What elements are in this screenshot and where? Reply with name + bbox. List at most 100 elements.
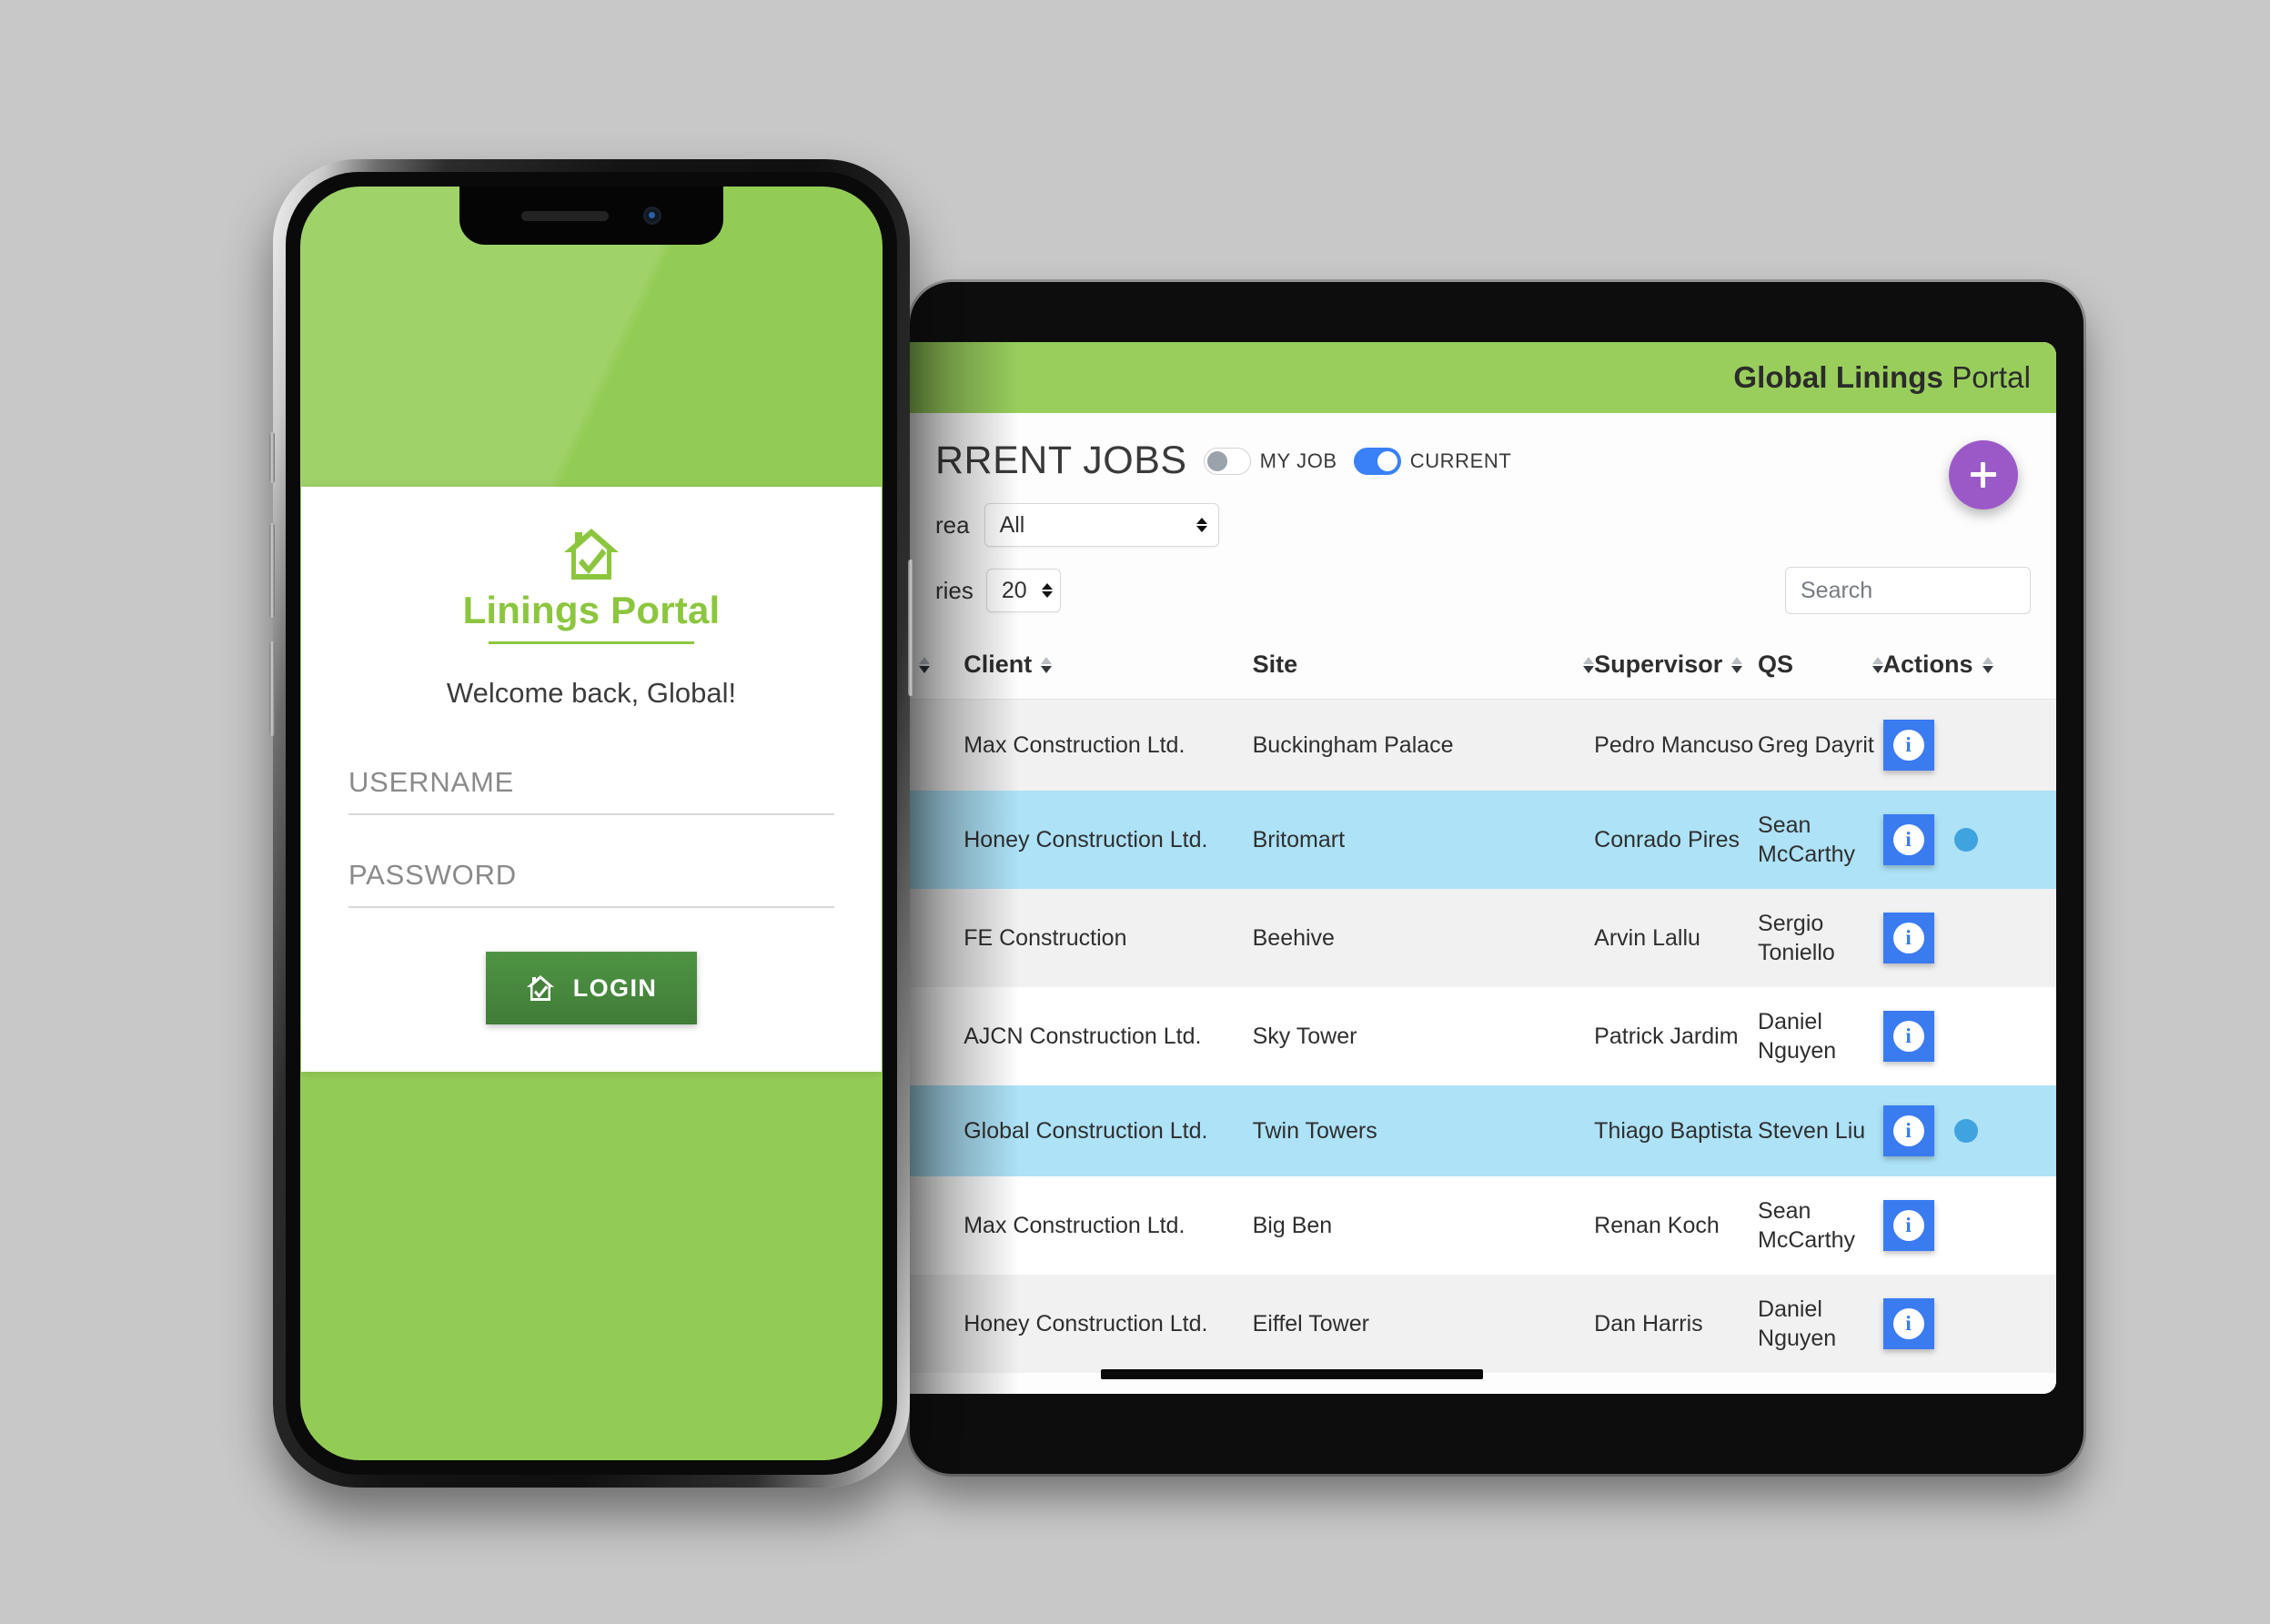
add-job-button[interactable] bbox=[1949, 440, 2018, 509]
info-button[interactable]: i bbox=[1882, 1105, 1934, 1156]
plus-icon bbox=[1971, 462, 1996, 488]
sort-icon[interactable] bbox=[1583, 656, 1595, 673]
row-spacer-cell bbox=[910, 1275, 964, 1373]
toggle-current[interactable]: CURRENT bbox=[1353, 447, 1512, 475]
phone-volume-down-button[interactable] bbox=[269, 641, 275, 736]
table-row[interactable]: Honey Construction Ltd. Eiffel Tower Dan H… bbox=[910, 1275, 2056, 1373]
tablet-screen: Global Linings Portal RRENT JOBS MY JOB … bbox=[910, 342, 2056, 1394]
login-card: Linings Portal Welcome back, Global! USE… bbox=[301, 487, 882, 1072]
username-underline bbox=[348, 813, 834, 815]
info-button[interactable]: i bbox=[1882, 1200, 1934, 1251]
cell-supervisor: Arvin Lallu bbox=[1594, 889, 1759, 987]
entries-select-value: 20 bbox=[1001, 577, 1027, 603]
password-label: PASSWORD bbox=[348, 859, 517, 891]
cell-actions: i bbox=[1882, 1275, 2056, 1373]
welcome-message: Welcome back, Global! bbox=[446, 677, 737, 709]
cell-supervisor: Dan Harris bbox=[1594, 1275, 1759, 1373]
cell-actions: i bbox=[1882, 791, 2056, 889]
row-spacer-cell bbox=[910, 1085, 964, 1176]
table-row[interactable]: AJCN Construction Ltd. Sky Tower Patrick J… bbox=[910, 987, 2056, 1085]
cell-site: Buckingham Palace bbox=[1252, 699, 1595, 791]
col-header-actions[interactable]: Actions bbox=[1882, 638, 2056, 700]
table-row[interactable]: Honey Construction Ltd. Britomart Conrado … bbox=[910, 791, 2056, 889]
col-header-client-label: Client bbox=[963, 651, 1033, 678]
area-select[interactable]: All bbox=[984, 503, 1219, 547]
jobs-table-body: Max Construction Ltd. Buckingham Palace Pe… bbox=[910, 699, 2056, 1373]
toggle-my-job[interactable]: MY JOB bbox=[1203, 447, 1337, 475]
my-job-switch-knob bbox=[1206, 450, 1227, 471]
app-title: Global Linings Portal bbox=[1733, 360, 2031, 395]
cell-qs: Steven Liu bbox=[1758, 1085, 1883, 1176]
sort-icon[interactable] bbox=[919, 656, 930, 673]
brand-title: Linings Portal bbox=[462, 589, 721, 631]
info-icon: i bbox=[1892, 824, 1924, 855]
col-header-spacer bbox=[910, 638, 964, 700]
info-icon: i bbox=[1892, 1115, 1924, 1146]
cell-supervisor: Pedro Mancuso bbox=[1594, 699, 1759, 791]
col-header-supervisor[interactable]: Supervisor bbox=[1594, 638, 1759, 700]
my-job-switch[interactable] bbox=[1203, 447, 1251, 475]
col-header-site-label: Site bbox=[1252, 651, 1298, 678]
phone-volume-up-button[interactable] bbox=[269, 523, 275, 618]
username-label: USERNAME bbox=[348, 766, 515, 798]
col-header-site[interactable]: Site bbox=[1252, 638, 1595, 700]
info-icon: i bbox=[1892, 730, 1924, 761]
phone-device: Linings Portal Welcome back, Global! USE… bbox=[269, 159, 913, 1488]
sort-icon[interactable] bbox=[1871, 656, 1883, 673]
login-button[interactable]: LOGIN bbox=[486, 952, 697, 1024]
house-check-icon bbox=[564, 529, 619, 580]
cell-client: FE Construction bbox=[963, 889, 1253, 987]
sort-icon[interactable] bbox=[1731, 656, 1743, 673]
col-header-qs[interactable]: QS bbox=[1758, 638, 1883, 700]
info-button[interactable]: i bbox=[1882, 913, 1934, 963]
col-header-supervisor-label: Supervisor bbox=[1594, 651, 1723, 678]
cell-qs: Sean McCarthy bbox=[1758, 1176, 1883, 1275]
sort-icon[interactable] bbox=[1982, 656, 1993, 673]
logo-wrap bbox=[348, 527, 834, 583]
cell-site: Eiffel Tower bbox=[1252, 1275, 1595, 1373]
cell-client: AJCN Construction Ltd. bbox=[963, 987, 1253, 1085]
password-field[interactable]: PASSWORD bbox=[348, 859, 834, 908]
cell-qs: Greg Dayrit bbox=[1758, 699, 1883, 791]
sort-icon[interactable] bbox=[1041, 656, 1053, 673]
current-switch[interactable] bbox=[1353, 447, 1401, 475]
chevron-updown-icon bbox=[1196, 518, 1207, 532]
phone-power-button[interactable] bbox=[908, 560, 913, 696]
brand-underline bbox=[489, 641, 694, 644]
cell-supervisor: Patrick Jardim bbox=[1594, 987, 1759, 1085]
cell-qs: Sean McCarthy bbox=[1758, 791, 1883, 889]
col-header-client[interactable]: Client bbox=[963, 638, 1253, 700]
row-spacer-cell bbox=[910, 791, 964, 889]
table-row[interactable]: Max Construction Ltd. Buckingham Palace Pe… bbox=[910, 699, 2056, 791]
earpiece-speaker-icon bbox=[521, 210, 609, 221]
status-dot bbox=[1953, 828, 1978, 852]
info-icon: i bbox=[1892, 1021, 1924, 1052]
table-row[interactable]: FE Construction Beehive Arvin Lallu Sergio … bbox=[910, 889, 2056, 987]
area-select-value: All bbox=[999, 511, 1025, 538]
jobs-toolbar: RRENT JOBS MY JOB CURRENT bbox=[910, 413, 2056, 483]
cell-supervisor: Renan Koch bbox=[1594, 1176, 1759, 1275]
phone-mute-button[interactable] bbox=[269, 432, 275, 483]
info-button[interactable]: i bbox=[1882, 720, 1934, 771]
jobs-table: Client Site Supervisor QS Actions Max Co… bbox=[910, 638, 2056, 1373]
cell-client: Max Construction Ltd. bbox=[963, 1176, 1253, 1275]
cell-qs: Daniel Nguyen bbox=[1758, 1275, 1883, 1373]
row-spacer-cell bbox=[910, 889, 964, 987]
table-row[interactable]: Global Construction Ltd. Twin Towers Thiag… bbox=[910, 1085, 2056, 1176]
row-spacer-cell bbox=[910, 987, 964, 1085]
entries-select[interactable]: 20 bbox=[985, 569, 1061, 612]
login-button-label: LOGIN bbox=[572, 973, 658, 1002]
status-dot bbox=[1953, 1119, 1978, 1143]
username-field[interactable]: USERNAME bbox=[348, 766, 834, 815]
cell-site: Twin Towers bbox=[1252, 1085, 1595, 1176]
horizontal-scrollbar[interactable] bbox=[1101, 1369, 1483, 1379]
search-input[interactable]: Search bbox=[1785, 567, 2031, 614]
info-button[interactable]: i bbox=[1882, 1298, 1934, 1349]
current-switch-knob bbox=[1377, 450, 1397, 471]
app-header: Global Linings Portal bbox=[910, 342, 2056, 413]
table-row[interactable]: Max Construction Ltd. Big Ben Renan Koch Se… bbox=[910, 1176, 2056, 1275]
cell-actions: i bbox=[1882, 987, 2056, 1085]
info-button[interactable]: i bbox=[1882, 814, 1934, 865]
info-button[interactable]: i bbox=[1882, 1011, 1934, 1062]
page-body: RRENT JOBS MY JOB CURRENT rea All ries 2… bbox=[910, 413, 2056, 1394]
